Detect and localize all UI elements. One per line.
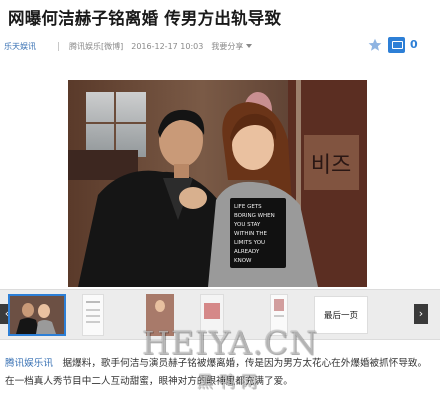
article-photo[interactable]: 비즈 LIFE GETS BORING WHEN YOU STAY WITHIN… [68, 80, 367, 287]
publish-time: 2016-12-17 10:03 [131, 41, 204, 51]
source-link[interactable]: 乐天娱讯 [4, 41, 36, 52]
favorite-star-icon[interactable] [368, 38, 382, 52]
comment-count[interactable]: 0 [410, 38, 418, 51]
share-button[interactable]: 我要分享 [211, 41, 253, 52]
svg-text:LIFE GETS: LIFE GETS [234, 204, 262, 210]
svg-text:LIMITS YOU: LIMITS YOU [234, 240, 265, 246]
article-title: 网曝何洁赫子铭离婚 传男方出轨导致 [8, 9, 282, 28]
chevron-down-icon [246, 44, 253, 48]
thumb-image [10, 296, 64, 334]
wall-sign-text: 비즈 [311, 153, 351, 178]
share-label: 我要分享 [211, 41, 244, 51]
svg-text:ALREADY: ALREADY [234, 249, 260, 255]
svg-text:KNOW: KNOW [234, 258, 252, 264]
paragraph-text: 据爆料，歌手何洁与演员赫子铭被爆离婚，传是因为男方太花心在外爆婚被抓怀导致。在一… [5, 358, 428, 387]
svg-text:BORING WHEN: BORING WHEN [234, 213, 275, 219]
gallery-thumb-2[interactable] [82, 294, 104, 336]
gallery-thumb-5[interactable] [270, 294, 288, 336]
gallery-next-button[interactable]: › [414, 304, 428, 324]
article-meta: 乐天娱讯 腾讯娱乐[微博] 2016-12-17 10:03 我要分享 [4, 37, 253, 55]
gallery-thumb-1[interactable] [8, 294, 66, 336]
svg-text:YOU STAY: YOU STAY [233, 222, 261, 228]
article-paragraph: 腾讯娱乐讯 据爆料，歌手何洁与演员赫子铭被爆离婚，传是因为男方太花心在外爆婚被抓… [5, 355, 435, 391]
last-page-button[interactable]: 最后一页 [314, 296, 368, 334]
comment-icon[interactable] [388, 37, 405, 53]
gallery-strip: ‹ 最后一页 › [0, 289, 440, 340]
photo-illustration: 비즈 LIFE GETS BORING WHEN YOU STAY WITHIN… [68, 80, 367, 287]
svg-text:WITHIN THE: WITHIN THE [234, 231, 268, 237]
paragraph-source[interactable]: 腾讯娱乐讯 [5, 358, 53, 369]
site-link[interactable]: 腾讯娱乐[微博] [69, 41, 123, 52]
gallery-thumb-3[interactable] [146, 294, 174, 336]
meta-divider [58, 41, 59, 51]
gallery-thumb-4[interactable] [200, 294, 224, 336]
